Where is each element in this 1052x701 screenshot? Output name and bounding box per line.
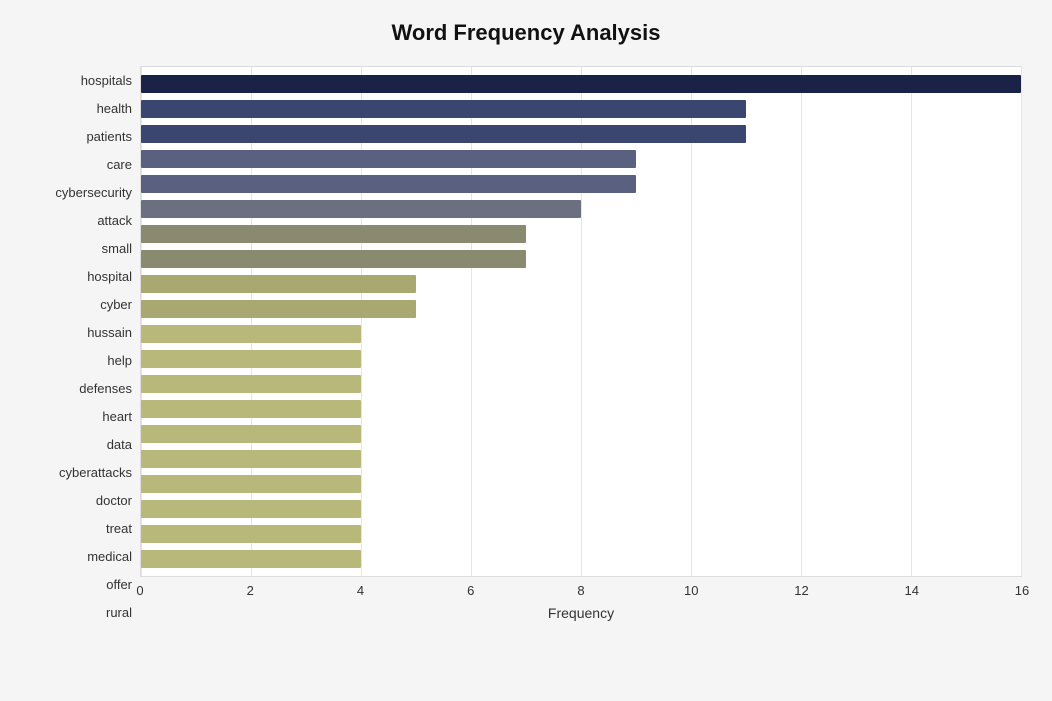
x-tick-label: 0 — [136, 583, 143, 598]
y-label: cyber — [30, 290, 132, 318]
grid-line — [1021, 67, 1022, 576]
bar-row — [141, 323, 1021, 345]
bar-row — [141, 423, 1021, 445]
chart-container: Word Frequency Analysis hospitalshealthp… — [0, 0, 1052, 701]
x-tick-label: 6 — [467, 583, 474, 598]
bar-row — [141, 198, 1021, 220]
y-label: doctor — [30, 487, 132, 515]
x-tick-label: 10 — [684, 583, 698, 598]
bar-row — [141, 448, 1021, 470]
bar-row — [141, 498, 1021, 520]
bar — [141, 350, 361, 368]
bar — [141, 550, 361, 568]
y-label: treat — [30, 515, 132, 543]
chart-title: Word Frequency Analysis — [30, 20, 1022, 46]
bar-row — [141, 73, 1021, 95]
bar-row — [141, 348, 1021, 370]
bar — [141, 525, 361, 543]
bar — [141, 100, 746, 118]
x-tick-label: 16 — [1015, 583, 1029, 598]
y-axis-labels: hospitalshealthpatientscarecybersecurity… — [30, 66, 140, 627]
y-label: defenses — [30, 375, 132, 403]
bar-row — [141, 548, 1021, 570]
bar-row — [141, 123, 1021, 145]
y-label: patients — [30, 122, 132, 150]
y-label: hussain — [30, 318, 132, 346]
bar-row — [141, 523, 1021, 545]
bar-row — [141, 273, 1021, 295]
bar-row — [141, 298, 1021, 320]
bar — [141, 225, 526, 243]
bar-row — [141, 398, 1021, 420]
x-axis: 0246810121416 Frequency — [140, 577, 1022, 627]
y-label: small — [30, 234, 132, 262]
y-label: health — [30, 94, 132, 122]
bar — [141, 500, 361, 518]
x-tick-label: 4 — [357, 583, 364, 598]
y-label: attack — [30, 206, 132, 234]
y-label: offer — [30, 571, 132, 599]
y-label: rural — [30, 599, 132, 627]
y-label: care — [30, 150, 132, 178]
y-label: medical — [30, 543, 132, 571]
bar — [141, 400, 361, 418]
y-label: cybersecurity — [30, 178, 132, 206]
bar — [141, 150, 636, 168]
x-tick-label: 2 — [247, 583, 254, 598]
bar-row — [141, 373, 1021, 395]
y-label: cyberattacks — [30, 459, 132, 487]
bar-row — [141, 148, 1021, 170]
bar — [141, 250, 526, 268]
x-axis-label: Frequency — [140, 605, 1022, 621]
x-tick-label: 12 — [794, 583, 808, 598]
bar-row — [141, 173, 1021, 195]
y-label: help — [30, 346, 132, 374]
y-label: hospital — [30, 262, 132, 290]
bar — [141, 325, 361, 343]
y-label: heart — [30, 403, 132, 431]
bar-row — [141, 98, 1021, 120]
bar — [141, 75, 1021, 93]
bar — [141, 425, 361, 443]
bar-row — [141, 248, 1021, 270]
y-label: data — [30, 431, 132, 459]
y-label: hospitals — [30, 66, 132, 94]
bar — [141, 125, 746, 143]
bar — [141, 475, 361, 493]
x-tick-label: 14 — [905, 583, 919, 598]
bar — [141, 200, 581, 218]
bar — [141, 175, 636, 193]
bar — [141, 275, 416, 293]
bar — [141, 375, 361, 393]
bars-and-x: 0246810121416 Frequency — [140, 66, 1022, 627]
bar-row — [141, 223, 1021, 245]
bar — [141, 300, 416, 318]
x-tick-label: 8 — [577, 583, 584, 598]
chart-area: hospitalshealthpatientscarecybersecurity… — [30, 66, 1022, 627]
bar — [141, 450, 361, 468]
bars-wrapper — [141, 67, 1021, 576]
bar-row — [141, 473, 1021, 495]
bars-section — [140, 66, 1022, 577]
